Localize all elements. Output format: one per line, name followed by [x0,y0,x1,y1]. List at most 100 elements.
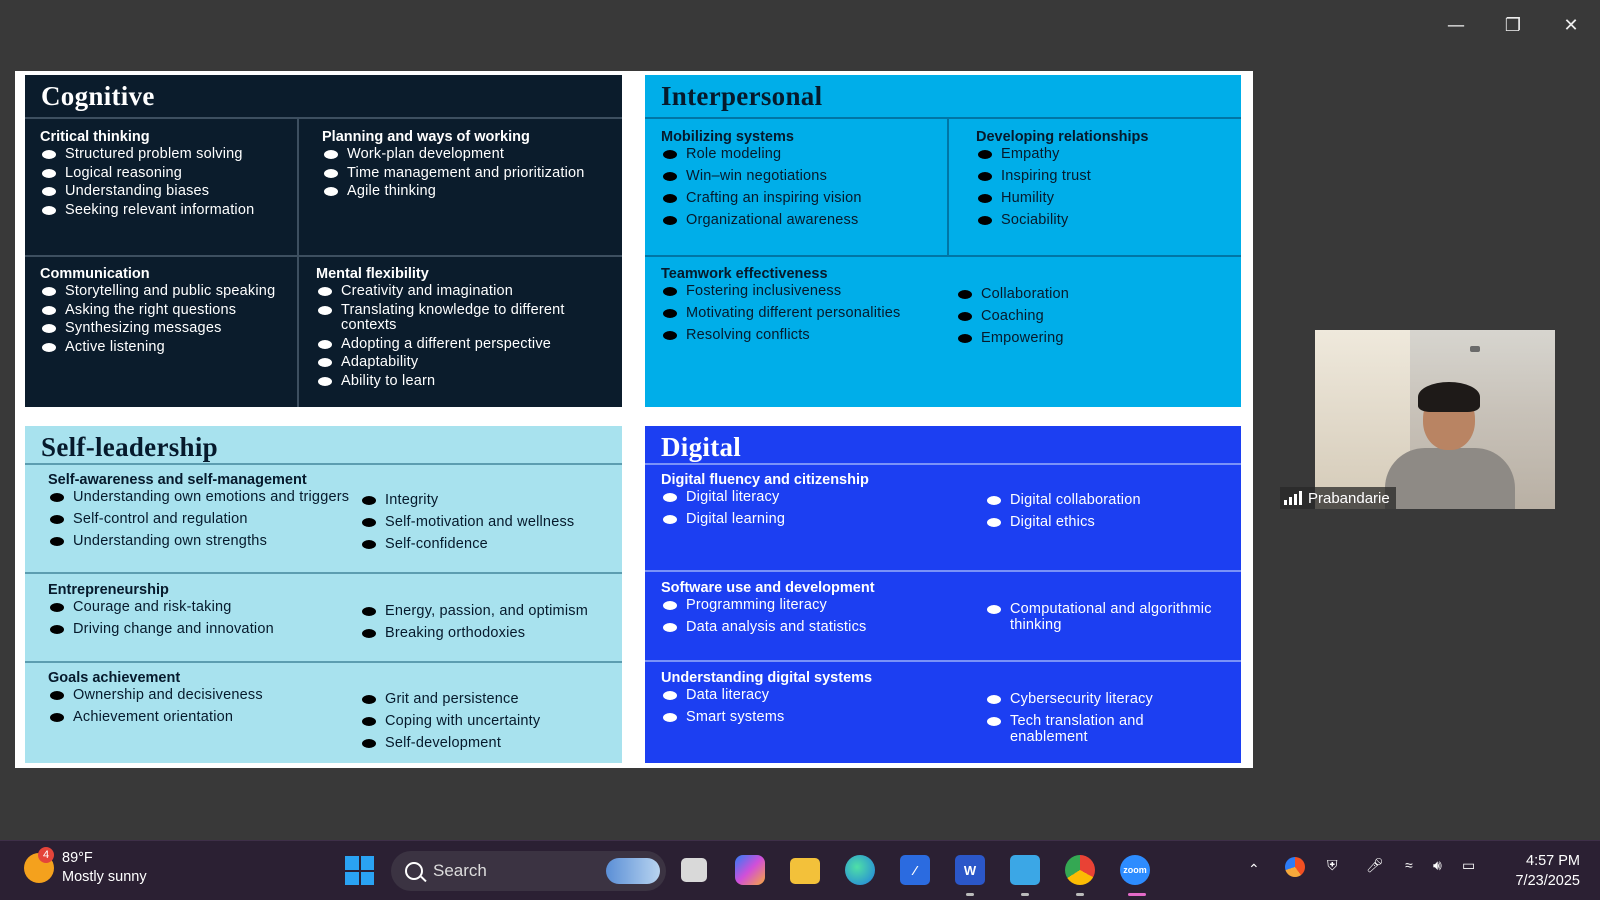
bullet-list: Creativity and imagination Translating kn… [316,283,616,389]
list-item: Digital ethics [985,514,1235,531]
teamwork-section-right: Collaboration Coaching Empowering [956,279,1216,353]
list-item: Coping with uncertainty [360,713,620,730]
bullet-list: Collaboration Coaching Empowering [956,286,1216,347]
bullet-list: Cybersecurity literacy Tech translation a… [985,691,1225,745]
list-item: Work-plan development [322,146,617,163]
list-item: Self-development [360,735,620,752]
list-item: Translating knowledge to different conte… [316,302,616,334]
close-icon[interactable]: ✕ [1556,12,1586,38]
word-icon[interactable]: W [955,855,985,885]
participant-video[interactable] [1315,330,1555,509]
list-item: Win–win negotiations [661,168,941,185]
mobilizing-systems-section: Mobilizing systems Role modeling Win–win … [661,121,941,235]
signal-bars-icon [1284,491,1302,505]
software-section: Software use and development Programming… [661,572,971,642]
search-box[interactable]: Search [391,851,666,891]
participant-name-tag: Prabandarie [1280,487,1396,509]
list-item: Ownership and decisiveness [48,687,353,704]
battery-icon[interactable]: ▭ [1462,857,1475,874]
list-item: Energy, passion, and optimism [360,603,615,620]
entrepreneurship-section: Entrepreneurship Courage and risk-taking… [48,574,353,644]
search-icon [405,862,423,880]
list-item: Structured problem solving [40,146,292,163]
shared-slide: Cognitive Critical thinking Structured p… [15,71,1253,768]
list-item: Digital collaboration [985,492,1235,509]
search-label: Search [433,861,487,880]
list-item: Data analysis and statistics [661,619,971,636]
list-item: Driving change and innovation [48,621,353,638]
app-icon[interactable]: ∕ [900,855,930,885]
bullet-list: Courage and risk-taking Driving change an… [48,599,353,638]
edge-icon[interactable] [845,855,875,885]
digital-title: Digital [661,432,742,462]
list-item: Cybersecurity literacy [985,691,1225,708]
list-item: Smart systems [661,709,971,726]
list-item: Digital learning [661,511,971,528]
bullet-list: Ownership and decisiveness Achievement or… [48,687,353,726]
microphone-icon[interactable]: 🎤︎ [1366,857,1384,874]
list-item: Adaptability [316,354,616,371]
list-item: Motivating different personalities [661,305,951,322]
list-item: Creativity and imagination [316,283,616,300]
weather-temp: 89°F [62,850,93,866]
clock[interactable]: 4:57 PM 7/23/2025 [1500,851,1580,891]
digital-fluency-section-right: Digital collaboration Digital ethics [985,485,1235,537]
clock-date: 7/23/2025 [1515,873,1580,889]
communication-section: Communication Storytelling and public sp… [40,258,292,358]
developing-relationships-section: Developing relationships Empathy Inspirin… [976,121,1238,235]
list-item: Resolving conflicts [661,327,951,344]
list-item: Logical reasoning [40,165,292,182]
list-item: Synthesizing messages [40,320,292,337]
bullet-list: Integrity Self-motivation and wellness Sel… [360,492,615,553]
copilot-icon[interactable] [735,855,765,885]
bullet-list: Structured problem solving Logical reason… [40,146,292,218]
wifi-icon[interactable]: ≈ [1405,857,1413,873]
volume-icon[interactable]: 🔊︎ [1433,857,1442,874]
minimize-icon[interactable]: — [1441,12,1471,38]
shield-icon[interactable]: ⛨ [1327,857,1338,874]
bullet-list: Understanding own emotions and triggers S… [48,489,353,550]
list-item: Humility [976,190,1238,207]
list-item: Grit and persistence [360,691,620,708]
self-leadership-quadrant: Self-leadership Self-awareness and self-… [25,426,622,763]
tray-app-icon[interactable] [1285,857,1305,877]
mental-flexibility-section: Mental flexibility Creativity and imagin… [316,258,616,392]
list-item: Digital literacy [661,489,971,506]
goals-section: Goals achievement Ownership and decisive… [48,662,353,732]
taskbar: 4 89°F Mostly sunny Search ∕ W zoom ⌃ ⛨ … [0,840,1600,900]
digital-fluency-section: Digital fluency and citizenship Digital … [661,464,971,534]
list-item: Understanding own strengths [48,533,353,550]
bullet-list: Digital literacy Digital learning [661,489,971,528]
weather-widget[interactable]: 4 89°F Mostly sunny [24,847,147,887]
list-item: Understanding own emotions and triggers [48,489,353,506]
bullet-list: Role modeling Win–win negotiations Craftin… [661,146,941,229]
list-item: Inspiring trust [976,168,1238,185]
bullet-list: Grit and persistence Coping with uncertai… [360,691,620,752]
start-button[interactable] [345,856,374,885]
cognitive-quadrant: Cognitive Critical thinking Structured p… [25,75,622,407]
planning-section: Planning and ways of working Work-plan d… [322,121,617,203]
list-item: Active listening [40,339,292,356]
list-item: Self-confidence [360,536,615,553]
zoom-icon[interactable]: zoom [1120,855,1150,885]
list-item: Courage and risk-taking [48,599,353,616]
list-item: Collaboration [956,286,1216,303]
notification-badge: 4 [38,847,54,863]
restore-icon[interactable]: ❐ [1498,12,1528,38]
list-item: Breaking orthodoxies [360,625,615,642]
chevron-up-icon[interactable]: ⌃ [1248,861,1260,878]
bullet-list: Fostering inclusiveness Motivating differ… [661,283,951,344]
list-item: Asking the right questions [40,302,292,319]
task-view-icon[interactable] [681,858,707,882]
file-explorer-icon[interactable] [790,858,820,884]
search-highlight-icon [606,858,660,884]
interpersonal-quadrant: Interpersonal Mobilizing systems Role mo… [645,75,1241,407]
teamwork-section: Teamwork effectiveness Fostering inclusi… [661,258,951,350]
self-awareness-section: Self-awareness and self-management Under… [48,464,353,556]
list-item: Organizational awareness [661,212,941,229]
chrome-beta-icon[interactable] [1065,855,1095,885]
entrepreneurship-section-right: Energy, passion, and optimism Breaking or… [360,596,615,648]
interpersonal-title: Interpersonal [661,81,823,111]
bullet-list: Work-plan development Time management and… [322,146,617,200]
notepad-icon[interactable] [1010,855,1040,885]
